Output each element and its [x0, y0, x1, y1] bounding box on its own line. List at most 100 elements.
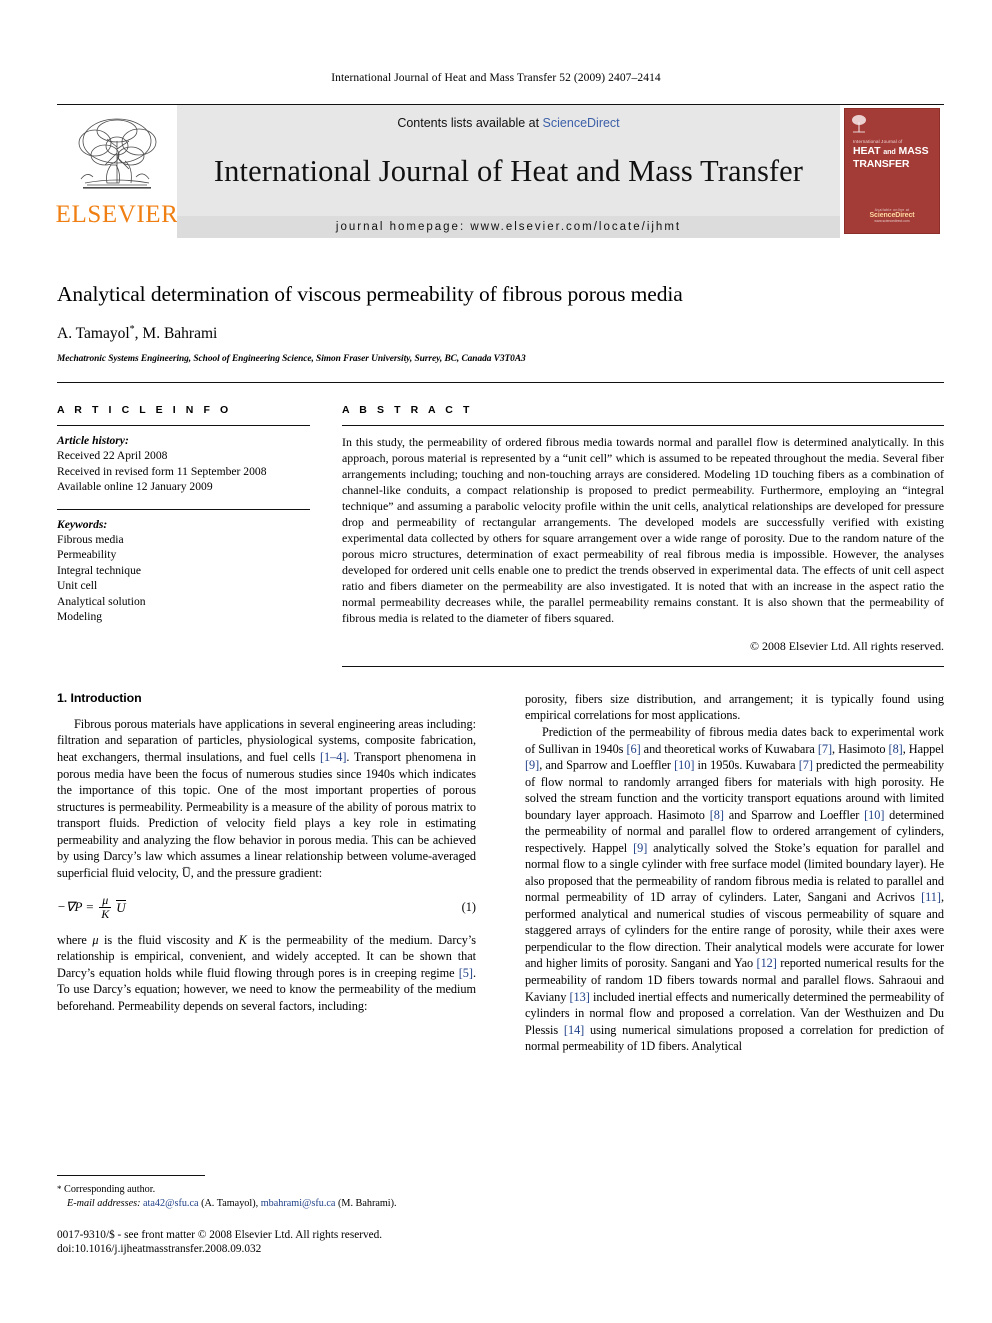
footnote-region: * Corresponding author. E-mail addresses…	[57, 1175, 476, 1257]
keywords-label: Keywords:	[57, 517, 108, 531]
abstract-text: In this study, the permeability of order…	[342, 434, 944, 625]
text-run: and Sparrow and Loeffler	[723, 807, 865, 822]
imprint-block: 0017-9310/$ - see front matter © 2008 El…	[57, 1228, 476, 1257]
citation-ref[interactable]: [14]	[564, 1023, 584, 1037]
paragraph-intro-2: where μ is the fluid viscosity and K is …	[57, 932, 476, 1015]
keywords-block: Keywords: Fibrous media Permeability Int…	[57, 510, 310, 625]
author-list: A. Tamayol*, M. Bahrami	[57, 324, 944, 343]
keyword-item: Permeability	[57, 548, 117, 562]
keyword-item: Modeling	[57, 610, 103, 624]
citation-ref[interactable]: [10]	[674, 758, 694, 772]
contents-prefix: Contents lists available at	[397, 116, 543, 130]
cover-elsevier-tree-icon	[852, 115, 866, 133]
equation-number: (1)	[461, 899, 476, 914]
cover-footer: Available online at ScienceDirect www.sc…	[845, 208, 939, 223]
email-label: E-mail addresses:	[67, 1197, 141, 1209]
equation-lhs: −∇P =	[57, 899, 95, 914]
cover-foot-sciencedirect: ScienceDirect	[869, 212, 915, 219]
equation-velocity: U	[116, 899, 126, 915]
citation-ref[interactable]: [5]	[459, 966, 473, 980]
body-column-right: porosity, fibers size distribution, and …	[525, 691, 944, 1055]
citation-ref[interactable]: [9]	[633, 841, 647, 855]
citation-ref[interactable]: [7]	[818, 742, 832, 756]
abstract-rule-bottom	[342, 665, 944, 667]
elsevier-wordmark: ELSEVIER	[55, 201, 179, 228]
text-run: . Transport phenomena in porous media ha…	[57, 750, 476, 880]
body-column-left: 1. Introduction Fibrous porous materials…	[57, 691, 476, 1055]
citation-ref[interactable]: [10]	[864, 808, 884, 822]
text-run: , Happel	[902, 741, 944, 756]
citation-ref[interactable]: [7]	[799, 758, 813, 772]
text-run: in 1950s. Kuwabara	[694, 758, 799, 773]
email-link-bahrami[interactable]: mbahrami@sfu.ca	[261, 1198, 336, 1209]
corresponding-author-note: * Corresponding author. E-mail addresses…	[57, 1183, 476, 1211]
citation-ref[interactable]: [9]	[525, 758, 539, 772]
elsevier-logo: ELSEVIER	[55, 105, 179, 238]
text-run: (M. Bahrami).	[335, 1197, 397, 1209]
keyword-item: Analytical solution	[57, 594, 146, 608]
article-page: International Journal of Heat and Mass T…	[0, 0, 992, 1323]
citation-ref[interactable]: [1–4]	[320, 750, 346, 764]
cover-and: and	[883, 147, 896, 156]
text-run: , and Sparrow and Loeffler	[539, 758, 675, 773]
equation-fraction: μ K	[99, 893, 112, 920]
elsevier-tree-icon	[78, 118, 157, 189]
affiliation: Mechatronic Systems Engineering, School …	[57, 353, 526, 364]
journal-title: International Journal of Heat and Mass T…	[213, 153, 804, 188]
issn-line: 0017-9310/$ - see front matter © 2008 El…	[57, 1228, 383, 1241]
keyword-item: Unit cell	[57, 579, 98, 593]
footnote-rule	[57, 1175, 205, 1176]
paragraph-intro-1: Fibrous porous materials have applicatio…	[57, 716, 476, 881]
text-run: , and the pressure gradient:	[190, 865, 323, 880]
text-run: , Hasimoto	[832, 741, 889, 756]
citation-ref[interactable]: [13]	[569, 990, 589, 1004]
email-link-tamayol[interactable]: ata42@sfu.ca	[143, 1198, 198, 1209]
doi-line: doi:10.1016/j.ijheatmasstransfer.2008.09…	[57, 1243, 262, 1256]
article-history: Article history: Received 22 April 2008 …	[57, 426, 310, 495]
abstract-column: A B S T R A C T In this study, the perme…	[310, 392, 944, 667]
equation-numerator: μ	[102, 893, 109, 908]
citation-ref[interactable]: [6]	[626, 742, 640, 756]
body-columns: 1. Introduction Fibrous porous materials…	[57, 691, 944, 1055]
sciencedirect-link[interactable]: ScienceDirect	[543, 116, 620, 130]
running-head: International Journal of Heat and Mass T…	[331, 72, 661, 84]
abstract-heading: A B S T R A C T	[342, 403, 473, 416]
paragraph-prediction: Prediction of the permeability of fibrou…	[525, 724, 944, 1055]
keyword-item: Fibrous media	[57, 532, 124, 546]
equation-1: −∇P = μ K U	[57, 893, 126, 920]
history-item: Received 22 April 2008	[57, 449, 168, 463]
section-heading-introduction: 1. Introduction	[57, 690, 142, 705]
text-run: where	[57, 932, 93, 947]
citation-ref[interactable]: [8]	[889, 742, 903, 756]
journal-homepage[interactable]: journal homepage: www.elsevier.com/locat…	[177, 216, 840, 238]
text-run: is the fluid viscosity and	[98, 932, 239, 947]
equation-1-row: −∇P = μ K U (1)	[57, 893, 476, 920]
paragraph-continued: porosity, fibers size distribution, and …	[525, 691, 944, 723]
contents-lists-line: Contents lists available at ScienceDirec…	[397, 116, 619, 130]
article-info-column: A R T I C L E I N F O Article history: R…	[57, 392, 310, 667]
citation-ref[interactable]: [12]	[757, 956, 777, 970]
history-item: Received in revised form 11 September 20…	[57, 464, 267, 478]
cover-line2: MASS	[898, 145, 929, 157]
title-block: Analytical determination of viscous perm…	[57, 282, 944, 364]
author-2: , M. Bahrami	[134, 324, 218, 342]
cover-foot-url: www.sciencedirect.com	[874, 219, 910, 223]
article-info-heading: A R T I C L E I N F O	[57, 403, 232, 416]
text-run: (A. Tamayol),	[198, 1197, 261, 1209]
citation-ref[interactable]: [11]	[921, 890, 941, 904]
text-run: using numerical simulations proposed a c…	[525, 1022, 944, 1054]
history-item: Available online 12 January 2009	[57, 480, 213, 494]
journal-band: Contents lists available at ScienceDirec…	[177, 105, 840, 238]
citation-ref[interactable]: [8]	[710, 808, 724, 822]
cover-title: HEAT and MASS TRANSFER	[853, 145, 933, 171]
page-title: Analytical determination of viscous perm…	[57, 282, 683, 306]
journal-masthead: ELSEVIER Contents lists available at Sci…	[55, 104, 944, 238]
footnote-text: Corresponding author.	[61, 1184, 156, 1195]
keyword-item: Integral technique	[57, 563, 142, 577]
journal-cover-thumbnail: International Journal of HEAT and MASS T…	[844, 105, 944, 238]
cover-subtitle: International Journal of	[853, 139, 903, 144]
copyright-line: © 2008 Elsevier Ltd. All rights reserved…	[750, 638, 944, 653]
text-run: and theoretical works of Kuwabara	[640, 741, 818, 756]
author-1: A. Tamayol	[57, 324, 130, 342]
cover-line1: HEAT	[853, 145, 881, 157]
